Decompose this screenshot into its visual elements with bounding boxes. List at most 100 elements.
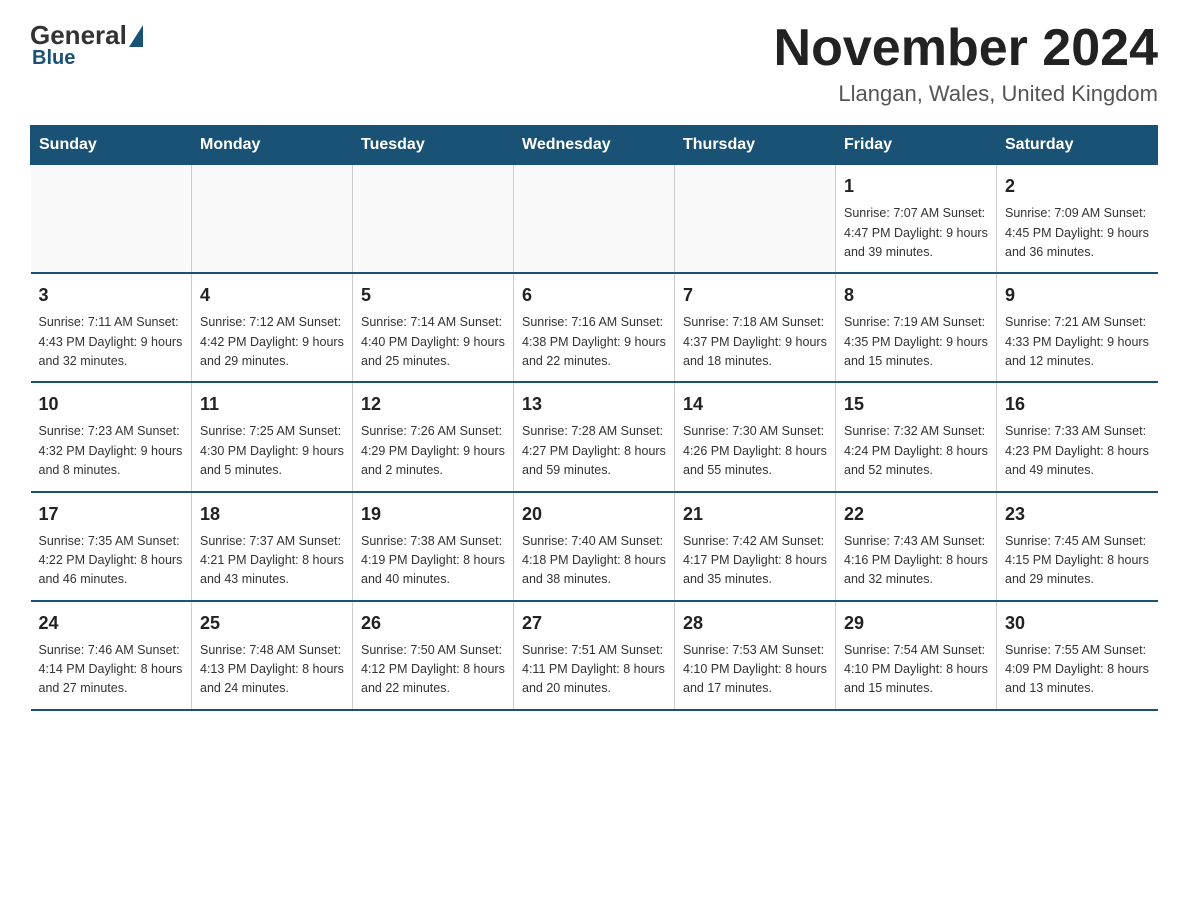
day-number: 16 — [1005, 391, 1150, 418]
calendar-cell: 15 Sunrise: 7:32 AM Sunset: 4:24 PM Dayli… — [836, 382, 997, 491]
day-number: 9 — [1005, 282, 1150, 309]
calendar-cell — [514, 165, 675, 274]
day-number: 17 — [39, 501, 184, 528]
day-number: 15 — [844, 391, 988, 418]
calendar-cell: 25 Sunrise: 7:48 AM Sunset: 4:13 PM Dayli… — [192, 601, 353, 710]
calendar-cell: 24 Sunrise: 7:46 AM Sunset: 4:14 PM Dayli… — [31, 601, 192, 710]
calendar-cell: 2 Sunrise: 7:09 AM Sunset: 4:45 PM Daylig… — [997, 165, 1158, 274]
day-info: Sunrise: 7:43 AM Sunset: 4:16 PM Dayligh… — [844, 532, 988, 590]
calendar-cell: 9 Sunrise: 7:21 AM Sunset: 4:33 PM Daylig… — [997, 273, 1158, 382]
calendar-cell: 14Sunrise: 7:30 AM Sunset: 4:26 PM Dayli… — [675, 382, 836, 491]
calendar-cell: 29 Sunrise: 7:54 AM Sunset: 4:10 PM Dayli… — [836, 601, 997, 710]
calendar-week-row: 24 Sunrise: 7:46 AM Sunset: 4:14 PM Dayli… — [31, 601, 1158, 710]
calendar-cell: 19 Sunrise: 7:38 AM Sunset: 4:19 PM Dayli… — [353, 492, 514, 601]
month-title: November 2024 — [774, 20, 1158, 77]
col-monday: Monday — [192, 126, 353, 165]
day-info: Sunrise: 7:07 AM Sunset: 4:47 PM Dayligh… — [844, 204, 988, 262]
day-number: 2 — [1005, 173, 1150, 200]
page-header: General Blue November 2024 Llangan, Wale… — [30, 20, 1158, 107]
calendar-cell: 16Sunrise: 7:33 AM Sunset: 4:23 PM Dayli… — [997, 382, 1158, 491]
calendar-cell: 21 Sunrise: 7:42 AM Sunset: 4:17 PM Dayli… — [675, 492, 836, 601]
calendar-cell: 30Sunrise: 7:55 AM Sunset: 4:09 PM Dayli… — [997, 601, 1158, 710]
day-number: 23 — [1005, 501, 1150, 528]
col-thursday: Thursday — [675, 126, 836, 165]
logo-blue-underline: Blue — [32, 47, 75, 70]
calendar-cell: 10 Sunrise: 7:23 AM Sunset: 4:32 PM Dayli… — [31, 382, 192, 491]
day-number: 4 — [200, 282, 344, 309]
logo-triangle-icon — [129, 25, 143, 47]
calendar-cell: 13Sunrise: 7:28 AM Sunset: 4:27 PM Dayli… — [514, 382, 675, 491]
calendar-header: Sunday Monday Tuesday Wednesday Thursday… — [31, 126, 1158, 165]
calendar-cell: 3Sunrise: 7:11 AM Sunset: 4:43 PM Daylig… — [31, 273, 192, 382]
title-area: November 2024 Llangan, Wales, United Kin… — [774, 20, 1158, 107]
calendar-cell — [192, 165, 353, 274]
day-number: 7 — [683, 282, 827, 309]
day-info: Sunrise: 7:51 AM Sunset: 4:11 PM Dayligh… — [522, 641, 666, 699]
day-info: Sunrise: 7:53 AM Sunset: 4:10 PM Dayligh… — [683, 641, 827, 699]
day-info: Sunrise: 7:42 AM Sunset: 4:17 PM Dayligh… — [683, 532, 827, 590]
day-info: Sunrise: 7:30 AM Sunset: 4:26 PM Dayligh… — [683, 422, 827, 480]
day-info: Sunrise: 7:19 AM Sunset: 4:35 PM Dayligh… — [844, 313, 988, 371]
calendar-cell: 17 Sunrise: 7:35 AM Sunset: 4:22 PM Dayli… — [31, 492, 192, 601]
day-number: 27 — [522, 610, 666, 637]
day-info: Sunrise: 7:23 AM Sunset: 4:32 PM Dayligh… — [39, 422, 184, 480]
calendar-week-row: 3Sunrise: 7:11 AM Sunset: 4:43 PM Daylig… — [31, 273, 1158, 382]
day-info: Sunrise: 7:21 AM Sunset: 4:33 PM Dayligh… — [1005, 313, 1150, 371]
weekday-header-row: Sunday Monday Tuesday Wednesday Thursday… — [31, 126, 1158, 165]
day-info: Sunrise: 7:55 AM Sunset: 4:09 PM Dayligh… — [1005, 641, 1150, 699]
calendar-cell: 27 Sunrise: 7:51 AM Sunset: 4:11 PM Dayli… — [514, 601, 675, 710]
day-number: 29 — [844, 610, 988, 637]
day-info: Sunrise: 7:32 AM Sunset: 4:24 PM Dayligh… — [844, 422, 988, 480]
calendar-cell — [31, 165, 192, 274]
col-saturday: Saturday — [997, 126, 1158, 165]
day-info: Sunrise: 7:46 AM Sunset: 4:14 PM Dayligh… — [39, 641, 184, 699]
logo-area: General Blue — [30, 20, 145, 70]
calendar-cell: 1Sunrise: 7:07 AM Sunset: 4:47 PM Daylig… — [836, 165, 997, 274]
day-info: Sunrise: 7:37 AM Sunset: 4:21 PM Dayligh… — [200, 532, 344, 590]
day-info: Sunrise: 7:50 AM Sunset: 4:12 PM Dayligh… — [361, 641, 505, 699]
day-number: 11 — [200, 391, 344, 418]
location-label: Llangan, Wales, United Kingdom — [774, 81, 1158, 107]
day-number: 24 — [39, 610, 184, 637]
col-sunday: Sunday — [31, 126, 192, 165]
day-number: 12 — [361, 391, 505, 418]
day-number: 3 — [39, 282, 184, 309]
day-info: Sunrise: 7:35 AM Sunset: 4:22 PM Dayligh… — [39, 532, 184, 590]
col-wednesday: Wednesday — [514, 126, 675, 165]
day-info: Sunrise: 7:12 AM Sunset: 4:42 PM Dayligh… — [200, 313, 344, 371]
day-number: 13 — [522, 391, 666, 418]
calendar-cell: 8 Sunrise: 7:19 AM Sunset: 4:35 PM Daylig… — [836, 273, 997, 382]
day-number: 21 — [683, 501, 827, 528]
day-number: 20 — [522, 501, 666, 528]
day-info: Sunrise: 7:26 AM Sunset: 4:29 PM Dayligh… — [361, 422, 505, 480]
day-number: 18 — [200, 501, 344, 528]
calendar-cell: 5 Sunrise: 7:14 AM Sunset: 4:40 PM Daylig… — [353, 273, 514, 382]
calendar-cell: 6Sunrise: 7:16 AM Sunset: 4:38 PM Daylig… — [514, 273, 675, 382]
col-tuesday: Tuesday — [353, 126, 514, 165]
day-number: 19 — [361, 501, 505, 528]
calendar-cell: 28Sunrise: 7:53 AM Sunset: 4:10 PM Dayli… — [675, 601, 836, 710]
day-info: Sunrise: 7:18 AM Sunset: 4:37 PM Dayligh… — [683, 313, 827, 371]
calendar-cell — [353, 165, 514, 274]
day-info: Sunrise: 7:09 AM Sunset: 4:45 PM Dayligh… — [1005, 204, 1150, 262]
day-number: 5 — [361, 282, 505, 309]
calendar-body: 1Sunrise: 7:07 AM Sunset: 4:47 PM Daylig… — [31, 165, 1158, 710]
col-friday: Friday — [836, 126, 997, 165]
day-info: Sunrise: 7:16 AM Sunset: 4:38 PM Dayligh… — [522, 313, 666, 371]
day-number: 8 — [844, 282, 988, 309]
day-info: Sunrise: 7:14 AM Sunset: 4:40 PM Dayligh… — [361, 313, 505, 371]
day-info: Sunrise: 7:40 AM Sunset: 4:18 PM Dayligh… — [522, 532, 666, 590]
calendar-cell: 22Sunrise: 7:43 AM Sunset: 4:16 PM Dayli… — [836, 492, 997, 601]
day-info: Sunrise: 7:25 AM Sunset: 4:30 PM Dayligh… — [200, 422, 344, 480]
day-info: Sunrise: 7:54 AM Sunset: 4:10 PM Dayligh… — [844, 641, 988, 699]
day-info: Sunrise: 7:48 AM Sunset: 4:13 PM Dayligh… — [200, 641, 344, 699]
calendar-cell: 11 Sunrise: 7:25 AM Sunset: 4:30 PM Dayli… — [192, 382, 353, 491]
day-info: Sunrise: 7:38 AM Sunset: 4:19 PM Dayligh… — [361, 532, 505, 590]
calendar-week-row: 1Sunrise: 7:07 AM Sunset: 4:47 PM Daylig… — [31, 165, 1158, 274]
day-info: Sunrise: 7:45 AM Sunset: 4:15 PM Dayligh… — [1005, 532, 1150, 590]
calendar-table: Sunday Monday Tuesday Wednesday Thursday… — [30, 125, 1158, 711]
day-number: 25 — [200, 610, 344, 637]
calendar-cell: 4 Sunrise: 7:12 AM Sunset: 4:42 PM Daylig… — [192, 273, 353, 382]
calendar-cell: 20 Sunrise: 7:40 AM Sunset: 4:18 PM Dayli… — [514, 492, 675, 601]
day-number: 10 — [39, 391, 184, 418]
